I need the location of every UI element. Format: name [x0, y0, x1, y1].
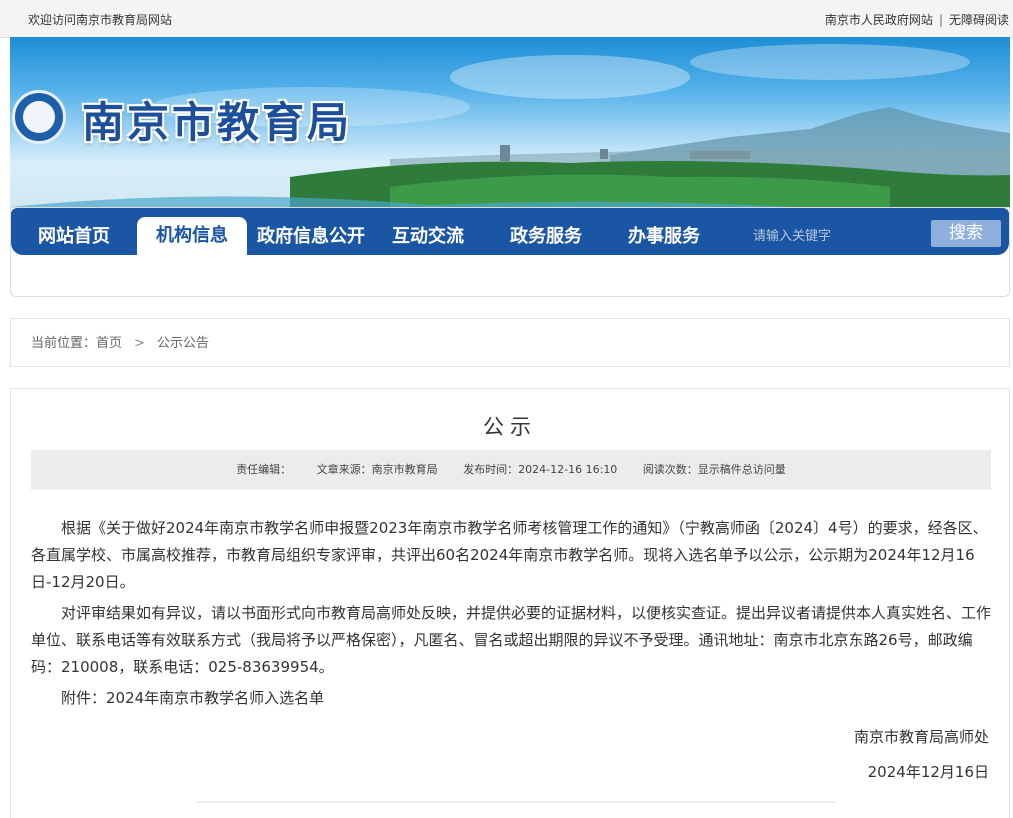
article-title: 公示: [483, 415, 537, 439]
breadcrumb-current[interactable]: 公示公告: [157, 336, 209, 351]
nav-gov-services[interactable]: 政务服务: [491, 208, 601, 255]
nav-org-info[interactable]: 机构信息: [137, 217, 247, 255]
divider: [196, 801, 836, 803]
header-banner: 南京市教育局: [10, 37, 1010, 217]
signature-org: 南京市教育局高师处: [853, 728, 989, 746]
welcome-text: 欢迎访问南京市教育局网站: [28, 13, 173, 27]
meta-published: 发布时间：2024-12-16 16:10: [463, 463, 618, 476]
breadcrumb-prefix: 当前位置：: [31, 336, 97, 351]
logo-building-icon: [23, 101, 55, 133]
nav-interaction[interactable]: 互动交流: [373, 208, 483, 255]
gov-website-link[interactable]: 南京市人民政府网站: [825, 13, 933, 27]
article-meta: 责任编辑： 文章来源：南京市教育局 发布时间：2024-12-16 16:10 …: [31, 450, 991, 490]
accessibility-link[interactable]: 无障碍阅读: [949, 13, 1009, 27]
signature-date: 2024年12月16日: [867, 763, 989, 781]
search-input[interactable]: [751, 222, 915, 250]
top-links: 南京市人民政府网站 | 无障碍阅读: [825, 11, 1009, 28]
nav-gov-info[interactable]: 政府信息公开: [251, 208, 371, 255]
search-button[interactable]: 搜索: [931, 220, 1001, 247]
nav-affairs[interactable]: 办事服务: [609, 208, 719, 255]
site-title: 南京市教育局: [82, 98, 353, 147]
main-nav: 网站首页 机构信息 政府信息公开 互动交流 政务服务 办事服务 搜索: [11, 208, 1009, 255]
meta-editor: 责任编辑：: [236, 463, 292, 476]
article-paragraph: 对评审结果如有异议，请以书面形式向市教育局高师处反映，并提供必要的证据材料，以便…: [31, 604, 992, 676]
breadcrumb-home[interactable]: 首页: [96, 336, 122, 351]
top-separator: |: [938, 13, 943, 27]
meta-source: 文章来源：南京市教育局: [316, 463, 438, 476]
article-container: 公示 责任编辑： 文章来源：南京市教育局 发布时间：2024-12-16 16:…: [10, 388, 1010, 818]
logo-seal: [12, 90, 66, 144]
article-paragraph: 根据《关于做好2024年南京市教学名师申报暨2023年南京市教学名师考核管理工作…: [31, 519, 988, 591]
article-body: 根据《关于做好2024年南京市教学名师申报暨2023年南京市教学名师考核管理工作…: [31, 515, 991, 716]
top-bar: 欢迎访问南京市教育局网站 南京市人民政府网站 | 无障碍阅读: [0, 0, 1013, 38]
attachment-link[interactable]: 附件：2024年南京市教学名师入选名单: [31, 685, 991, 712]
meta-views: 阅读次数：显示稿件总访问量: [642, 463, 786, 476]
chevron-right-icon: >: [134, 336, 145, 351]
nav-container: 网站首页 机构信息 政府信息公开 互动交流 政务服务 办事服务 搜索: [10, 207, 1010, 297]
breadcrumb: 当前位置：首页 > 公示公告: [10, 318, 1010, 367]
nav-home[interactable]: 网站首页: [19, 208, 129, 255]
